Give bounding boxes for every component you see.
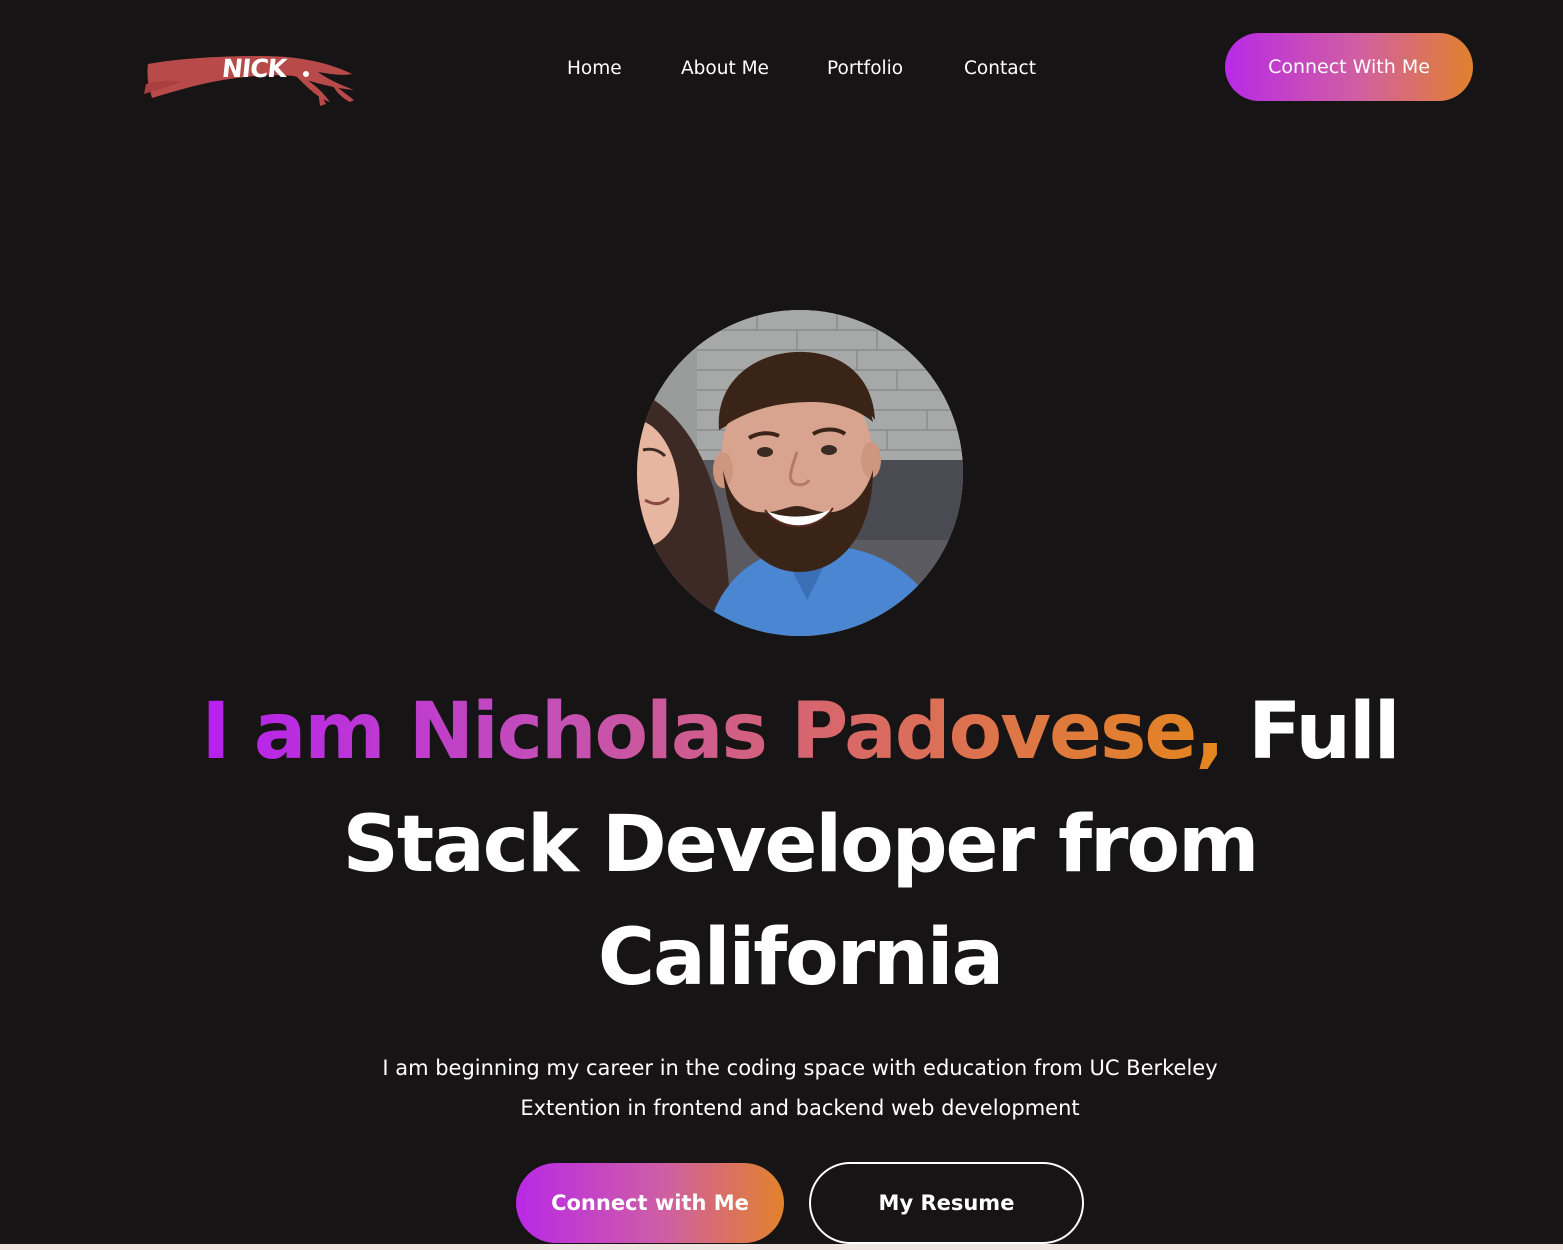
headline-name: I am Nicholas Padovese, bbox=[201, 687, 1225, 777]
site-header: NICK Home About Me Portfolio Contact Con… bbox=[0, 0, 1563, 136]
logo[interactable]: NICK bbox=[142, 44, 358, 110]
nav-contact[interactable]: Contact bbox=[964, 55, 1054, 83]
profile-photo-image bbox=[637, 310, 963, 636]
my-resume-button[interactable]: My Resume bbox=[809, 1162, 1084, 1244]
nav-portfolio[interactable]: Portfolio bbox=[827, 55, 964, 83]
profile-photo bbox=[637, 310, 963, 636]
intro-line-1: I am beginning my career in the coding s… bbox=[382, 1056, 1218, 1080]
page-bottom-edge bbox=[0, 1244, 1563, 1250]
hero-intro: I am beginning my career in the coding s… bbox=[360, 1048, 1240, 1128]
page: NICK Home About Me Portfolio Contact Con… bbox=[0, 0, 1563, 1250]
nav-about-me[interactable]: About Me bbox=[681, 55, 827, 83]
connect-with-me-button[interactable]: Connect with Me bbox=[516, 1163, 784, 1243]
main-nav: Home About Me Portfolio Contact bbox=[567, 55, 1054, 83]
intro-line-2: Extention in frontend and backend web de… bbox=[520, 1096, 1080, 1120]
hero-actions: Connect with Me My Resume bbox=[0, 1162, 1563, 1244]
header-connect-button[interactable]: Connect With Me bbox=[1225, 33, 1473, 101]
hero-headline: I am Nicholas Padovese, Full Stack Devel… bbox=[150, 676, 1450, 1015]
nav-home[interactable]: Home bbox=[567, 55, 681, 83]
logo-text: NICK bbox=[220, 54, 288, 83]
